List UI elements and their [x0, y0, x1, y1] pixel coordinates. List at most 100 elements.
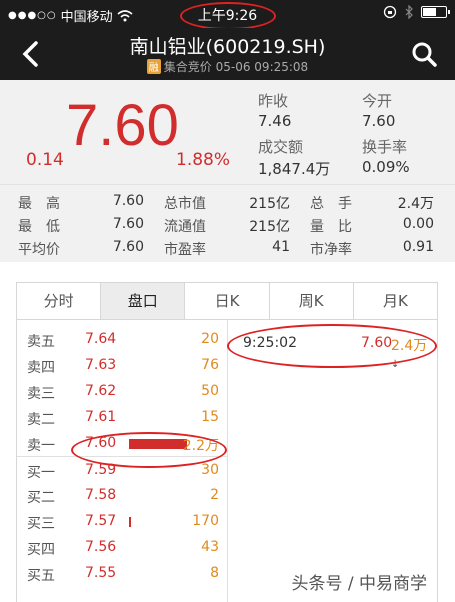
bid-row: 买五 7.55 8	[17, 560, 227, 586]
stat-label: 总市值	[164, 196, 206, 212]
ask-row: 卖三 7.62 50	[17, 378, 227, 404]
order-level-label: 卖二	[27, 412, 55, 428]
order-book: 卖五 7.64 20 卖四 7.63 76 卖三 7.62 50 卖二 7.61 15 卖一 7.60 2.…	[16, 320, 438, 602]
order-volume: 76	[201, 357, 219, 373]
stat-label: 流通值	[164, 219, 206, 235]
stat-label: 市盈率	[164, 242, 206, 258]
current-price: 7.60	[66, 93, 179, 158]
battery-icon	[421, 6, 450, 18]
arrow-down-icon: ↓	[391, 359, 400, 370]
turnover-value: 0.09%	[362, 158, 410, 176]
order-price: 7.64	[85, 331, 117, 347]
tick-price: 7.60	[361, 335, 393, 351]
lock-rotation-icon	[383, 5, 397, 19]
amount-label: 成交额	[258, 138, 304, 156]
order-volume: 8	[210, 565, 219, 581]
divider	[227, 320, 228, 602]
tab-intraday[interactable]: 分时	[17, 283, 102, 319]
stat-label: 量 比	[310, 219, 352, 235]
stat-value: 215亿	[249, 196, 290, 212]
order-level-label: 卖五	[27, 334, 55, 350]
order-price: 7.56	[85, 539, 117, 555]
stat-value: 2.4万	[397, 196, 434, 212]
order-price: 7.59	[85, 462, 117, 478]
stat-label: 平均价	[18, 242, 60, 258]
stat-value: 7.60	[112, 193, 144, 209]
stat-value: 7.60	[112, 216, 144, 232]
order-level-label: 买四	[27, 542, 55, 558]
tab-monthly-k[interactable]: 月K	[354, 283, 437, 319]
stat-value: 7.60	[112, 239, 144, 255]
order-price: 7.62	[85, 383, 117, 399]
order-volume: 20	[201, 331, 219, 347]
order-level-label: 卖一	[27, 438, 55, 454]
stat-value: 0.00	[402, 216, 434, 232]
order-level-label: 买二	[27, 490, 55, 506]
order-price: 7.60	[85, 435, 117, 451]
auction-status: 融集合竞价 05-06 09:25:08	[0, 58, 455, 75]
ask-row: 卖五 7.64 20	[17, 326, 227, 352]
ask-row: 卖四 7.63 76	[17, 352, 227, 378]
volume-bar	[129, 439, 187, 449]
bid-ask-list: 卖五 7.64 20 卖四 7.63 76 卖三 7.62 50 卖二 7.61 15 卖一 7.60 2.…	[17, 326, 227, 586]
order-level-label: 买一	[27, 465, 55, 481]
stats-row: 平均价 7.60 市盈率 41 市净率 0.91	[0, 237, 455, 259]
stat-label: 最 低	[18, 219, 60, 235]
order-level-label: 买五	[27, 568, 55, 584]
status-icons	[383, 5, 450, 19]
order-volume: 30	[201, 462, 219, 478]
auction-time: 集合竞价 05-06 09:25:08	[163, 60, 309, 74]
bid-row: 买二 7.58 2	[17, 482, 227, 508]
turnover-label: 换手率	[362, 138, 408, 156]
order-price: 7.61	[85, 409, 117, 425]
stat-value: 41	[272, 239, 290, 255]
ask-row: 卖一 7.60 2.2万	[17, 430, 227, 456]
bid-row: 买四 7.56 43	[17, 534, 227, 560]
status-bar: ●●●○○ 中国移动 上午9:26	[0, 0, 455, 28]
stat-label: 最 高	[18, 196, 60, 212]
stat-label: 市净率	[310, 242, 352, 258]
stats-row: 最 高 7.60 总市值 215亿 总 手 2.4万	[0, 191, 455, 213]
stat-value: 215亿	[249, 219, 290, 235]
tab-weekly-k[interactable]: 周K	[270, 283, 354, 319]
margin-badge: 融	[146, 59, 161, 74]
order-price: 7.55	[85, 565, 117, 581]
bluetooth-icon	[405, 5, 413, 19]
open-value: 7.60	[362, 112, 396, 130]
tab-order-book[interactable]: 盘口	[101, 283, 186, 319]
order-price: 7.58	[85, 487, 117, 503]
stat-value: 0.91	[402, 239, 434, 255]
order-level-label: 卖四	[27, 360, 55, 376]
order-volume: 50	[201, 383, 219, 399]
order-volume: 2.2万	[182, 438, 219, 454]
order-volume: 170	[192, 513, 219, 529]
stats-row: 最 低 7.60 流通值 215亿 量 比 0.00	[0, 214, 455, 236]
prev-close-value: 7.46	[258, 112, 292, 130]
quote-panel: 7.60 0.14 1.88% 昨收 7.46 今开 7.60 成交额 1,84…	[0, 80, 455, 184]
open-label: 今开	[362, 92, 393, 110]
amount-value: 1,847.4万	[258, 160, 331, 178]
order-volume: 2	[210, 487, 219, 503]
tab-daily-k[interactable]: 日K	[185, 283, 270, 319]
bid-row: 买一 7.59 30	[17, 456, 227, 482]
volume-bar	[129, 517, 131, 527]
search-button[interactable]	[407, 37, 441, 71]
stat-label: 总 手	[310, 196, 352, 212]
ask-row: 卖二 7.61 15	[17, 404, 227, 430]
order-volume: 15	[201, 409, 219, 425]
price-change-pct: 1.88%	[176, 150, 231, 170]
order-level-label: 卖三	[27, 386, 55, 402]
order-price: 7.57	[85, 513, 117, 529]
chart-tabs: 分时 盘口 日K 周K 月K	[16, 282, 438, 320]
price-change: 0.14	[26, 150, 64, 170]
order-volume: 43	[201, 539, 219, 555]
order-level-label: 买三	[27, 516, 55, 532]
stats-panel: 最 高 7.60 总市值 215亿 总 手 2.4万 最 低 7.60 流通值 …	[0, 184, 455, 262]
stock-title: 南山铝业(600219.SH)	[129, 36, 326, 58]
nav-bar: 南山铝业(600219.SH) 融集合竞价 05-06 09:25:08	[0, 28, 455, 80]
tick-row: 9:25:02 7.60 2.4万↓	[243, 332, 433, 370]
order-price: 7.63	[85, 357, 117, 373]
search-icon	[412, 42, 437, 67]
prev-close-label: 昨收	[258, 92, 289, 110]
bid-row: 买三 7.57 170	[17, 508, 227, 534]
